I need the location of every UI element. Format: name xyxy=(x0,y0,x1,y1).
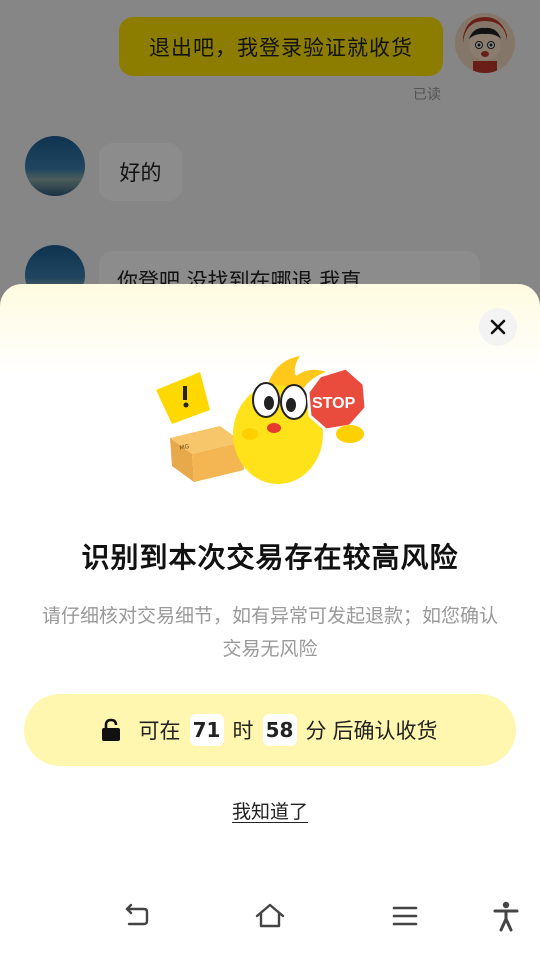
home-icon[interactable] xyxy=(254,900,286,932)
mascot-illustration: MG STOP xyxy=(150,342,390,492)
countdown-minutes-unit: 分 xyxy=(305,719,327,743)
countdown-hours: 71 xyxy=(189,714,224,746)
system-navigation-bar xyxy=(0,890,540,957)
package-box-icon: MG xyxy=(170,426,244,482)
close-button[interactable] xyxy=(479,308,517,346)
acknowledge-link-row: 我知道了 xyxy=(0,797,540,824)
svg-text:STOP: STOP xyxy=(312,395,356,412)
lock-icon xyxy=(101,718,120,741)
chick-mascot-icon xyxy=(233,356,326,484)
sheet-description: 请仔细核对交易细节，如有异常可发起退款；如您确认交易无风险 xyxy=(41,605,498,660)
menu-icon[interactable] xyxy=(389,900,421,932)
confirm-receipt-button[interactable]: 可在 71 时 58 分 后确认收货 xyxy=(24,694,516,766)
close-icon xyxy=(490,319,506,335)
countdown-suffix: 后确认收货 xyxy=(332,719,438,743)
countdown-hours-unit: 时 xyxy=(232,719,254,743)
accessibility-icon[interactable] xyxy=(490,900,522,932)
sheet-title: 识别到本次交易存在较高风险 xyxy=(81,541,459,574)
countdown-minutes: 58 xyxy=(262,714,297,746)
warning-flag-icon xyxy=(156,372,210,424)
back-icon[interactable] xyxy=(120,900,152,932)
countdown-prefix: 可在 xyxy=(138,719,181,743)
acknowledge-link[interactable]: 我知道了 xyxy=(232,801,308,823)
